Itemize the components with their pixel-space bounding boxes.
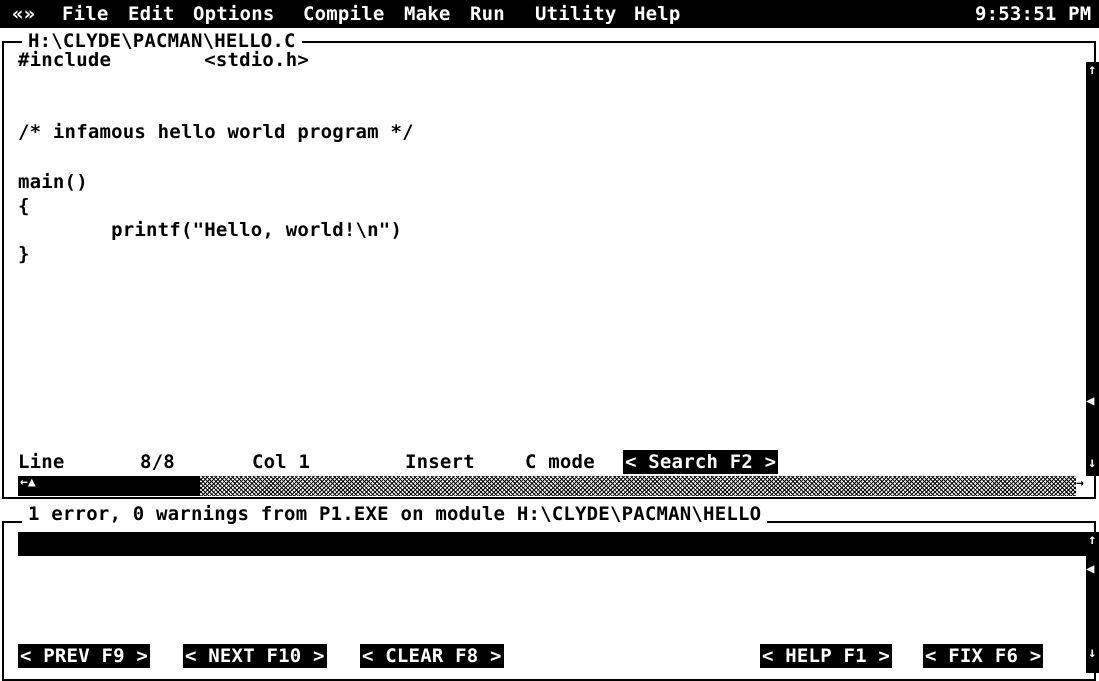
scroll-up-icon[interactable]: ↑ — [1088, 62, 1098, 78]
fix-button[interactable]: < FIX F6 > — [923, 644, 1044, 668]
editor-horizontal-scrollbar[interactable] — [200, 476, 1076, 496]
next-button[interactable]: < NEXT F10 > — [183, 644, 327, 668]
code-line: { — [18, 195, 30, 217]
prev-button[interactable]: < PREV F9 > — [18, 644, 151, 668]
error-message-text: ; expected — [41, 557, 158, 579]
code-line: printf("Hello, world!\n") — [18, 219, 403, 241]
scroll-right-icon[interactable]: → — [1076, 476, 1088, 496]
hscroll-thumb[interactable] — [18, 476, 200, 496]
editor-text-area[interactable]: #include <stdio.h> /* infamous hello wor… — [18, 48, 1078, 444]
scroll-thumb-icon[interactable]: ◀ — [1086, 393, 1094, 409]
message-scroll-up-icon[interactable]: ↑ — [1088, 532, 1096, 548]
error-message-row[interactable]: ; expected — [18, 532, 1086, 579]
message-scroll-thumb-icon[interactable]: ◀ — [1086, 561, 1094, 577]
status-line-label: Line — [18, 451, 65, 473]
menu-compile[interactable]: Compile — [303, 2, 384, 26]
menu-file[interactable]: File — [62, 2, 109, 26]
menu-run[interactable]: Run — [470, 2, 505, 26]
clock: 9:53:51 PM — [975, 3, 1092, 25]
message-scroll-down-icon[interactable]: ↓ — [1088, 645, 1096, 661]
help-button[interactable]: < HELP F1 > — [760, 644, 893, 668]
menu-utility[interactable]: Utility — [535, 2, 616, 26]
code-line: main() — [18, 171, 88, 193]
code-line: #include <stdio.h> — [18, 49, 309, 71]
menu-edit[interactable]: Edit — [128, 2, 175, 26]
code-line: /* infamous hello world program */ — [18, 121, 414, 143]
status-column: Col 1 — [252, 451, 311, 473]
clear-button[interactable]: < CLEAR F8 > — [360, 644, 504, 668]
code-line: } — [18, 243, 30, 265]
status-language-mode: C mode — [525, 451, 595, 473]
menu-help[interactable]: Help — [634, 2, 681, 26]
editor-vertical-scrollbar[interactable] — [1086, 62, 1099, 476]
menu-options[interactable]: Options — [193, 2, 274, 26]
status-insert-mode: Insert — [405, 451, 475, 473]
menu-make[interactable]: Make — [404, 2, 451, 26]
scroll-down-icon[interactable]: ↓ — [1088, 455, 1098, 471]
scroll-left-icon[interactable]: ←▲ — [20, 475, 36, 490]
system-menu-icon[interactable]: «» — [12, 2, 35, 26]
message-window-title: 1 error, 0 warnings from P1.EXE on modul… — [22, 502, 768, 526]
search-button[interactable]: < Search F2 > — [623, 450, 779, 474]
status-line-value: 8/8 — [140, 451, 175, 473]
menu-bar: «» File Edit Options Compile Make Run Ut… — [0, 0, 1099, 28]
